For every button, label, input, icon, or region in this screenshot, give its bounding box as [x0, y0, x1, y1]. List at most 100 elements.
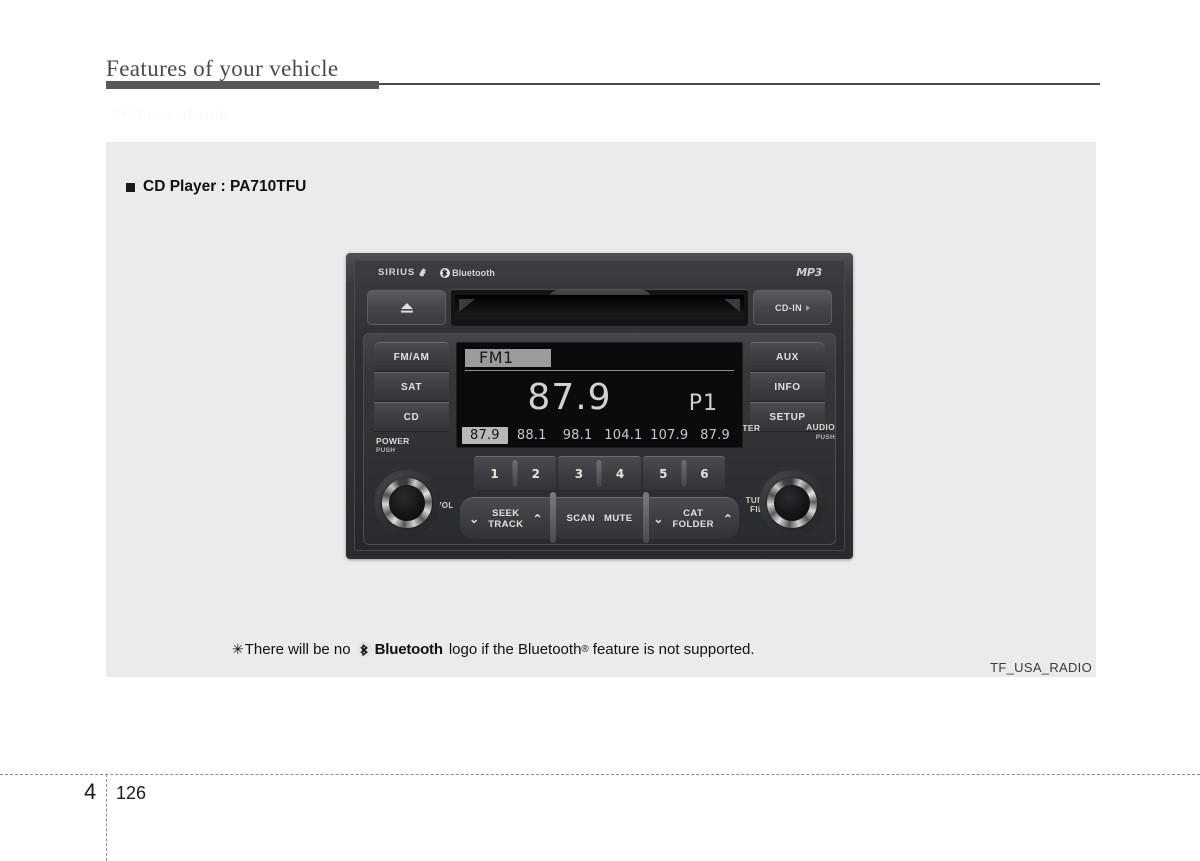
preset-button-3[interactable]: 3 [558, 457, 599, 490]
registered-mark: ® [581, 644, 589, 655]
slot-notch-right [724, 299, 740, 312]
caption-middle: logo if the Bluetooth [448, 641, 582, 658]
cat-down-chevron-icon[interactable]: ⌄ [653, 513, 663, 525]
sat-button[interactable]: SAT [374, 372, 449, 402]
radio-display-screen: FM1 87.9 P1 87.9 88.1 98.1 104.1 107.9 87.9 [456, 342, 743, 448]
brand-logos-left: SIRIUS Bluetooth [378, 267, 495, 278]
cd-in-arrow-icon [806, 304, 810, 311]
sirius-wordmark: SIRIUS [378, 267, 416, 278]
content-panel: CD Player : PA710TFU SIRIUS Bluetooth MP… [106, 142, 1096, 677]
page-title: Features of your vehicle [106, 56, 339, 81]
group-divider-1 [549, 492, 556, 543]
preset-divider-3 [681, 460, 687, 487]
chapter-number: 4 [84, 779, 97, 804]
preset-frequency-5: 107.9 [650, 427, 689, 443]
header-rule-accent [106, 81, 379, 89]
bluetooth-icon-caption [356, 642, 372, 657]
tune-knob-ring [767, 478, 817, 528]
cd-button[interactable]: CD [374, 402, 449, 432]
sirius-logo: SIRIUS [378, 267, 428, 278]
audio-knob-label: AUDIO PUSH [806, 423, 835, 442]
crop-mark-horizontal [0, 774, 1200, 775]
radio-main-face: FM/AM SAT CD POWER PUSH AUX INFO SETUP E… [363, 333, 836, 545]
preset-button-2[interactable]: 2 [515, 457, 556, 490]
seek-track-group: ⌄ SEEK TRACK ⌃ [460, 492, 556, 543]
sirius-dog-icon [417, 267, 428, 278]
preset-button-1[interactable]: 1 [474, 457, 515, 490]
cat-label: CAT [683, 507, 704, 519]
screen-separator [465, 370, 734, 371]
bluetooth-icon [440, 267, 451, 278]
eject-icon [400, 302, 413, 313]
scan-mute-group: SCAN MUTE [553, 492, 650, 543]
power-push-label: PUSH [376, 447, 396, 454]
audio-label: AUDIO [806, 422, 835, 432]
cat-folder-group: ⌄ CAT FOLDER ⌃ [647, 497, 740, 539]
preset-pair-1-2: 1 2 [474, 456, 557, 490]
group-divider-2 [643, 492, 650, 543]
caption-bluetooth-logo: Bluetooth [356, 641, 443, 658]
tune-audio-knob[interactable] [759, 470, 825, 536]
brand-strip: SIRIUS Bluetooth MP3 [355, 261, 844, 287]
power-knob-label: POWER PUSH [374, 437, 449, 455]
slot-mouth [455, 295, 744, 319]
preset-frequency-6: 87.9 [700, 427, 730, 443]
right-button-column: AUX INFO SETUP [750, 342, 825, 432]
track-label: TRACK [488, 518, 524, 530]
preset-frequency-list: 87.9 88.1 98.1 104.1 107.9 87.9 [461, 426, 738, 444]
preset-frequency-1: 87.9 [462, 426, 508, 444]
preset-indicator: P1 [688, 391, 718, 416]
bluetooth-logo: Bluetooth [440, 267, 495, 278]
scan-button[interactable]: SCAN [566, 513, 595, 524]
power-label: POWER [376, 436, 410, 446]
preset-divider-2 [596, 460, 602, 487]
section-heading-label: CD Player : PA710TFU [143, 178, 307, 195]
preset-button-6[interactable]: 6 [684, 457, 725, 490]
figure-id: TF_USA_RADIO [990, 660, 1092, 675]
preset-divider-1 [512, 460, 518, 487]
info-button[interactable]: INFO [750, 372, 825, 402]
power-volume-knob[interactable] [374, 470, 440, 536]
eject-button[interactable] [367, 290, 446, 325]
folder-label: FOLDER [672, 518, 714, 530]
figure-caption: ✳ There will be no Bluetooth logo if the… [232, 641, 755, 658]
mp3-logo: MP3 [796, 266, 822, 279]
cd-slot-row: CD-IN [367, 287, 832, 329]
cd-in-button[interactable]: CD-IN [753, 290, 832, 325]
seek-label: SEEK [492, 507, 520, 519]
crop-mark-vertical [106, 774, 107, 861]
power-knob-ring [382, 478, 432, 528]
caption-bluetooth-wordmark: Bluetooth [374, 641, 443, 658]
seek-up-chevron-icon[interactable]: ⌃ [532, 513, 542, 525]
preset-pair-3-4: 3 4 [558, 456, 641, 490]
seek-down-chevron-icon[interactable]: ⌄ [469, 513, 479, 525]
mute-button[interactable]: MUTE [604, 513, 633, 524]
bottom-control-row: ⌄ SEEK TRACK ⌃ SCAN MUTE ⌄ CAT FOLDER ⌃ [460, 492, 740, 543]
cd-insert-slot[interactable] [451, 289, 748, 326]
enter-audio-labels: ENTER AUDIO PUSH [730, 423, 835, 442]
preset-frequency-4: 104.1 [604, 427, 643, 443]
fm-am-button[interactable]: FM/AM [374, 342, 449, 372]
caption-after: feature is not supported. [592, 641, 755, 658]
preset-button-row: 1 2 3 4 5 6 [474, 456, 725, 490]
power-knob-cap [389, 485, 425, 521]
cd-in-label: CD-IN [775, 302, 802, 313]
bluetooth-wordmark: Bluetooth [452, 267, 495, 278]
audio-push-label: PUSH [815, 434, 835, 441]
page-number: 126 [116, 783, 147, 803]
preset-frequency-3: 98.1 [562, 427, 593, 443]
page-header: Features of your vehicle [106, 56, 1100, 90]
seek-track-label: SEEK TRACK [488, 508, 523, 530]
band-label: FM1 [479, 348, 514, 367]
radio-head-unit: SIRIUS Bluetooth MP3 CD-IN FM/AM SAT CD … [346, 253, 853, 559]
cat-folder-label: CAT FOLDER [672, 508, 713, 530]
preset-button-5[interactable]: 5 [643, 457, 684, 490]
left-button-column: FM/AM SAT CD POWER PUSH [374, 342, 449, 455]
preset-frequency-2: 88.1 [516, 427, 547, 443]
section-heading: CD Player : PA710TFU [126, 178, 306, 196]
asterisk-icon: ✳ [232, 641, 244, 657]
cat-up-chevron-icon[interactable]: ⌃ [723, 513, 733, 525]
aux-button[interactable]: AUX [750, 342, 825, 372]
caption-before: There will be no [244, 641, 351, 658]
preset-button-4[interactable]: 4 [600, 457, 641, 490]
